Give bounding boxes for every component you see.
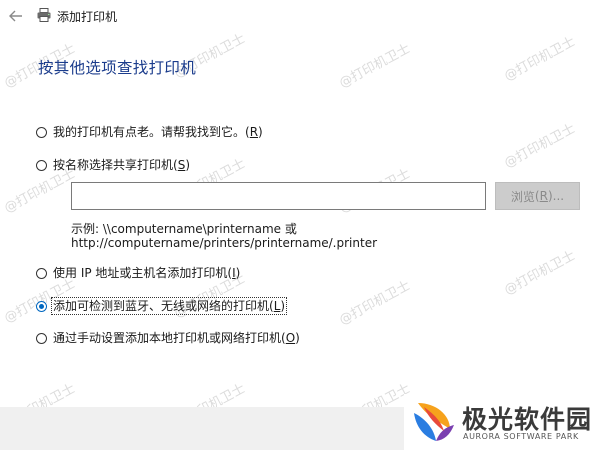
option-manual-settings[interactable]: 通过手动设置添加本地打印机或网络打印机(O) <box>36 330 301 346</box>
option-ip-address[interactable]: 使用 IP 地址或主机名添加打印机(I) <box>36 265 241 281</box>
radio-button[interactable] <box>36 159 47 171</box>
back-arrow-icon[interactable] <box>6 6 26 26</box>
radio-button[interactable] <box>36 267 47 279</box>
logo-name: 极光软件园 <box>462 405 593 434</box>
title-bar: 添加打印机 <box>0 0 600 32</box>
logo-subtitle: AURORA SOFTWARE PARK <box>463 432 579 441</box>
option-bluetooth-wireless[interactable]: 添加可检测到蓝牙、无线或网络的打印机(L) <box>36 297 288 315</box>
watermark-text: @打印机卫士 <box>501 248 578 299</box>
watermark-text: @打印机卫士 <box>501 34 578 85</box>
radio-button[interactable] <box>36 332 47 344</box>
watermark-text: @打印机卫士 <box>501 121 578 172</box>
radio-button-selected[interactable] <box>36 300 47 312</box>
watermark-text: @打印机卫士 <box>336 278 413 329</box>
option-label: 按名称选择共享打印机(S) <box>53 158 191 172</box>
watermark-text: @打印机卫士 <box>336 41 413 92</box>
printer-icon <box>37 8 51 22</box>
example-text: 示例: \\computername\printername 或 <box>71 222 297 236</box>
option-label: 使用 IP 地址或主机名添加打印机(I) <box>53 266 241 280</box>
page-title: 按其他选项查找打印机 <box>38 59 197 77</box>
window-title: 添加打印机 <box>57 10 118 24</box>
option-label: 通过手动设置添加本地打印机或网络打印机(O) <box>53 331 300 345</box>
radio-button[interactable] <box>36 126 47 138</box>
aurora-logo-icon <box>414 403 454 441</box>
browse-button[interactable]: 浏览(R)... <box>495 182 580 210</box>
printer-name-input[interactable] <box>71 182 486 210</box>
option-old-printer[interactable]: 我的打印机有点老。请帮我找到它。(R) <box>36 124 264 140</box>
example-url: http://computername/printers/printername… <box>71 236 378 250</box>
option-shared-printer[interactable]: 按名称选择共享打印机(S) <box>36 157 191 173</box>
option-label: 我的打印机有点老。请帮我找到它。(R) <box>53 125 263 139</box>
option-label: 添加可检测到蓝牙、无线或网络的打印机(L) <box>50 297 288 315</box>
